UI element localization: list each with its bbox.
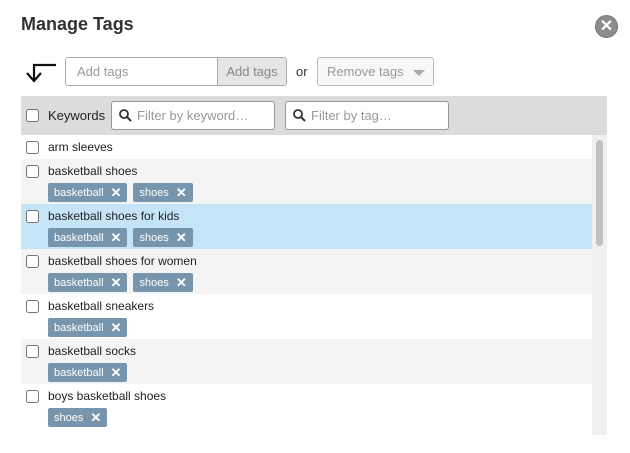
table-row[interactable]: basketball shoes for kids basketball ✕ shoe… bbox=[21, 204, 592, 249]
tag-chip-label: shoes bbox=[54, 411, 84, 424]
tag-chip-label: shoes bbox=[139, 186, 169, 199]
tag-chip-label: basketball bbox=[54, 231, 104, 244]
remove-tag-icon[interactable]: ✕ bbox=[176, 230, 187, 246]
table-row[interactable]: basketball sneakers basketball ✕ bbox=[21, 294, 592, 339]
remove-tag-icon[interactable]: ✕ bbox=[176, 185, 187, 201]
remove-tag-icon[interactable]: ✕ bbox=[111, 365, 122, 381]
tag-chips: basketball ✕ bbox=[48, 363, 128, 382]
tag-chips: basketball ✕ bbox=[48, 318, 128, 337]
tag-chip-label: basketball bbox=[54, 186, 104, 199]
tag-chip: basketball ✕ bbox=[48, 228, 128, 247]
keyword-label: basketball shoes bbox=[48, 164, 138, 178]
tag-chip: basketball ✕ bbox=[48, 183, 128, 202]
or-label: or bbox=[296, 64, 308, 79]
table-row[interactable]: boys basketball shoes shoes ✕ bbox=[21, 384, 592, 429]
tag-chips: basketball ✕ shoes ✕ bbox=[48, 183, 193, 202]
remove-tag-icon[interactable]: ✕ bbox=[111, 275, 122, 291]
row-checkbox[interactable] bbox=[26, 141, 39, 154]
row-checkbox[interactable] bbox=[26, 165, 39, 178]
keyword-label: boys basketball shoes bbox=[48, 389, 167, 403]
list-scrollbar[interactable] bbox=[592, 135, 607, 435]
tag-toolbar: Add tags or Remove tags bbox=[24, 57, 624, 86]
table-row[interactable]: basketball shoes basketball ✕ shoes ✕ bbox=[21, 159, 592, 204]
return-arrow-icon[interactable] bbox=[24, 61, 58, 83]
tag-chip-label: shoes bbox=[139, 276, 169, 289]
row-checkbox[interactable] bbox=[26, 300, 39, 313]
keyword-label: basketball shoes for kids bbox=[48, 209, 180, 223]
keyword-label: arm sleeves bbox=[48, 140, 113, 154]
tag-chips: shoes ✕ bbox=[48, 408, 108, 427]
table-row[interactable]: basketball shoes for women basketball ✕ sho… bbox=[21, 249, 592, 294]
tag-chip: basketball ✕ bbox=[48, 273, 128, 292]
scrollbar-thumb[interactable] bbox=[596, 140, 603, 246]
row-checkbox[interactable] bbox=[26, 390, 39, 403]
remove-tag-icon[interactable]: ✕ bbox=[111, 320, 122, 336]
remove-tags-dropdown[interactable]: Remove tags bbox=[317, 57, 434, 86]
add-tags-button[interactable]: Add tags bbox=[217, 58, 286, 85]
keyword-label: basketball sneakers bbox=[48, 299, 155, 313]
table-row[interactable]: arm sleeves bbox=[21, 135, 592, 159]
add-tags-input[interactable] bbox=[66, 58, 217, 85]
keyword-label: basketball shoes for women bbox=[48, 254, 197, 268]
close-icon[interactable]: ✕ bbox=[595, 15, 618, 38]
remove-tag-icon[interactable]: ✕ bbox=[111, 185, 122, 201]
keyword-label: basketball socks bbox=[48, 344, 137, 358]
add-tags-group: Add tags bbox=[65, 57, 287, 86]
tag-chip: shoes ✕ bbox=[133, 228, 193, 247]
row-checkbox[interactable] bbox=[26, 345, 39, 358]
tag-chip-label: shoes bbox=[139, 231, 169, 244]
tag-filter-input[interactable] bbox=[311, 108, 436, 123]
tag-chip: basketball ✕ bbox=[48, 363, 128, 382]
keywords-column-label: Keywords bbox=[48, 108, 106, 123]
search-icon bbox=[293, 109, 306, 122]
keyword-filter[interactable] bbox=[111, 101, 275, 130]
tag-chip: shoes ✕ bbox=[48, 408, 108, 427]
tag-chip-label: basketball bbox=[54, 366, 104, 379]
tag-chips: basketball ✕ shoes ✕ bbox=[48, 228, 193, 247]
remove-tags-label: Remove tags bbox=[327, 64, 404, 79]
remove-tag-icon[interactable]: ✕ bbox=[90, 410, 101, 426]
remove-tag-icon[interactable]: ✕ bbox=[111, 230, 122, 246]
chevron-down-icon bbox=[413, 70, 425, 76]
tag-filter[interactable] bbox=[285, 101, 449, 130]
search-icon bbox=[119, 109, 132, 122]
tag-chip-label: basketball bbox=[54, 276, 104, 289]
row-checkbox[interactable] bbox=[26, 255, 39, 268]
remove-tag-icon[interactable]: ✕ bbox=[176, 275, 187, 291]
table-header: Keywords bbox=[21, 96, 607, 135]
dialog-title: Manage Tags bbox=[21, 14, 134, 34]
table-row[interactable]: basketball socks basketball ✕ bbox=[21, 339, 592, 384]
tag-chips: basketball ✕ shoes ✕ bbox=[48, 273, 193, 292]
keyword-filter-input[interactable] bbox=[137, 108, 262, 123]
select-all-checkbox[interactable] bbox=[26, 109, 39, 122]
keyword-list: arm sleeves basketball shoes basketball ✕ sh… bbox=[21, 135, 607, 435]
tag-chip: basketball ✕ bbox=[48, 318, 128, 337]
row-checkbox[interactable] bbox=[26, 210, 39, 223]
tag-chip: shoes ✕ bbox=[133, 273, 193, 292]
tag-chip-label: basketball bbox=[54, 321, 104, 334]
tag-chip: shoes ✕ bbox=[133, 183, 193, 202]
